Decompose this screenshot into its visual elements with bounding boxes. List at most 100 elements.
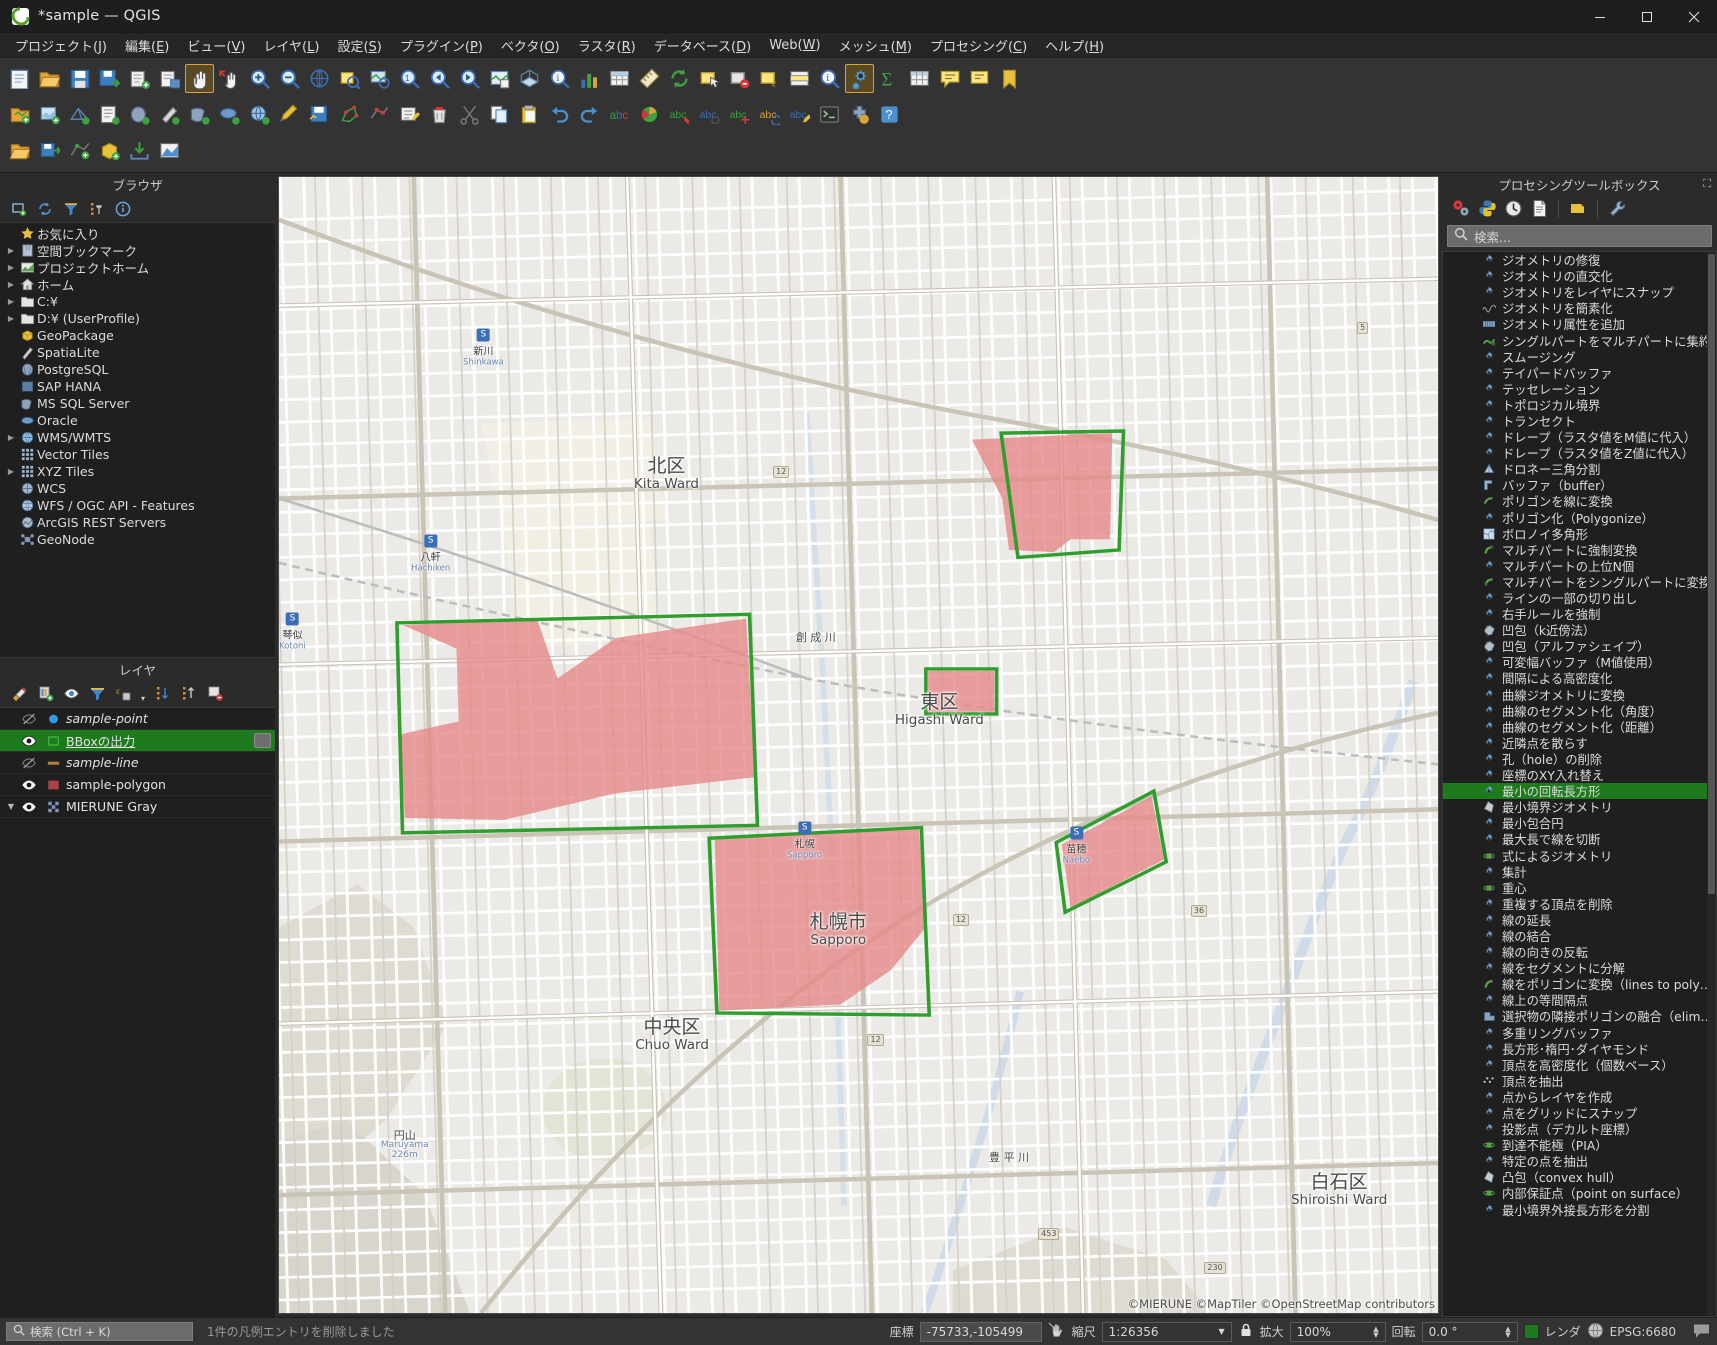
algorithm-item[interactable]: 凸包（convex hull）	[1443, 1169, 1716, 1185]
algorithm-item[interactable]: シングルパートをマルチパートに集約	[1443, 332, 1716, 349]
layer-diagrams-button[interactable]	[635, 100, 664, 129]
new-project-button[interactable]	[5, 64, 34, 93]
collapse-all-icon[interactable]	[178, 683, 200, 705]
map-tips-button[interactable]	[935, 64, 964, 93]
layer-expand-arrow-icon[interactable]: ▼	[4, 802, 18, 811]
expand-arrow-icon[interactable]: ▶	[4, 467, 18, 476]
algorithm-item[interactable]: ラインの一部の切り出し	[1443, 590, 1716, 606]
algorithm-item[interactable]: 頂点を抽出	[1443, 1073, 1716, 1089]
algorithm-scrollbar-thumb[interactable]	[1708, 254, 1715, 894]
python-script-icon[interactable]	[1476, 198, 1498, 220]
magnifier-spinbox[interactable]: 100% ▲ ▼	[1289, 1321, 1386, 1342]
measure-button[interactable]	[635, 64, 664, 93]
algorithm-item[interactable]: 間隔による高密度化	[1443, 670, 1716, 686]
new-3d-view-button[interactable]	[515, 64, 544, 93]
algorithm-item[interactable]: 最小の回転長方形	[1443, 783, 1716, 800]
algorithm-item[interactable]: 孔（hole）の削除	[1443, 751, 1716, 767]
algorithm-item[interactable]: 重複する頂点を削除	[1443, 896, 1716, 912]
python-console-button[interactable]	[815, 100, 844, 129]
new-geopackage-layer-button[interactable]	[95, 136, 124, 165]
algorithm-item[interactable]: トポロジカル境界	[1443, 397, 1716, 413]
render-status-swatch[interactable]	[1523, 1324, 1539, 1339]
undo-button[interactable]	[545, 100, 574, 129]
algorithm-item[interactable]: 近隣点を散らす	[1443, 735, 1716, 751]
menu-item-6[interactable]: ベクタ(O)	[492, 33, 569, 58]
new-map-view-button[interactable]	[485, 64, 514, 93]
expand-all-icon[interactable]	[152, 683, 174, 705]
log-icon[interactable]	[1528, 198, 1550, 220]
zoom-native-button[interactable]: 1	[395, 64, 424, 93]
expand-arrow-icon[interactable]: ▶	[4, 314, 18, 323]
algorithm-item[interactable]: 集計	[1443, 864, 1716, 880]
save-project-as-button[interactable]	[95, 64, 124, 93]
close-button[interactable]	[1670, 0, 1717, 33]
algorithm-scrollbar-track[interactable]	[1707, 252, 1716, 1316]
browser-item-14[interactable]: ▶ XYZ Tiles	[0, 463, 275, 480]
layer-row[interactable]: sample-line	[0, 752, 275, 774]
browser-item-11[interactable]: Oracle	[0, 412, 275, 429]
add-mesh-layer-button[interactable]	[65, 100, 94, 129]
filter-legend-dropdown-icon[interactable]: ▾	[138, 679, 148, 708]
menu-item-12[interactable]: ヘルプ(H)	[1036, 33, 1113, 58]
browser-item-1[interactable]: ▶ 空間ブックマーク	[0, 242, 275, 259]
scale-combobox[interactable]: 1:26356 ▼	[1101, 1321, 1232, 1342]
statusbar-search-input[interactable]: 検索 (Ctrl + K)	[6, 1322, 193, 1341]
algorithm-item[interactable]: 座標のXY入れ替え	[1443, 767, 1716, 783]
menu-item-3[interactable]: レイヤ(L)	[254, 33, 328, 58]
identify-tool-button[interactable]: i	[815, 64, 844, 93]
menu-item-8[interactable]: データベース(D)	[645, 33, 761, 58]
cut-features-button[interactable]	[455, 100, 484, 129]
plugin-manager-button[interactable]	[845, 100, 874, 129]
algorithm-item[interactable]: 長方形･楕円･ダイヤモンド	[1443, 1041, 1716, 1057]
filter-legend-expression-icon[interactable]: ε	[112, 683, 134, 705]
algorithm-item[interactable]: ドレープ（ラスタ値をM値に代入）	[1443, 429, 1716, 445]
algorithm-item[interactable]: トランセクト	[1443, 413, 1716, 429]
add-delimited-text-layer-button[interactable]	[95, 100, 124, 129]
algorithm-item[interactable]: 最大長で線を切断	[1443, 831, 1716, 847]
zoom-full-button[interactable]	[305, 64, 334, 93]
browser-item-17[interactable]: ArcGIS REST Servers	[0, 514, 275, 531]
pan-to-selection-button[interactable]	[215, 64, 244, 93]
algorithm-item[interactable]: 頂点を高密度化（個数ベース）	[1443, 1057, 1716, 1073]
layer-row[interactable]: sample-point	[0, 708, 275, 730]
map-canvas[interactable]: 北区 Kita Ward 東区 Higashi Ward 札幌市 Sapporo 中央区 Ch…	[278, 176, 1439, 1314]
toggle-processing-toolbox-button[interactable]	[845, 63, 874, 93]
menu-item-2[interactable]: ビュー(V)	[178, 33, 254, 58]
algorithm-item[interactable]: 重心	[1443, 880, 1716, 896]
expand-arrow-icon[interactable]: ▶	[4, 297, 18, 306]
spinner-arrows-icon[interactable]: ▲ ▼	[1373, 1325, 1378, 1338]
lock-scale-icon[interactable]	[1238, 1322, 1254, 1341]
rotate-label-button[interactable]: abc	[755, 100, 784, 129]
layer-row[interactable]: ▼ MIERUNE Gray	[0, 796, 275, 818]
pan-map-button[interactable]	[185, 63, 214, 93]
algorithm-item[interactable]: 点からレイヤを作成	[1443, 1089, 1716, 1105]
refresh-icon[interactable]	[34, 198, 56, 220]
algorithm-item[interactable]: ジオメトリの修復	[1443, 252, 1716, 268]
menu-item-1[interactable]: 編集(E)	[116, 33, 178, 58]
toggle-editing-button[interactable]	[275, 100, 304, 129]
rotation-spinbox[interactable]: 0.0 ° ▲ ▼	[1421, 1321, 1518, 1342]
browser-item-13[interactable]: Vector Tiles	[0, 446, 275, 463]
open-project-button[interactable]	[35, 64, 64, 93]
algorithm-item[interactable]: 線の向きの反転	[1443, 944, 1716, 960]
menu-item-11[interactable]: プロセシング(C)	[921, 33, 1036, 58]
algorithm-item[interactable]: 線上の等間隔点	[1443, 992, 1716, 1008]
algorithm-item[interactable]: 到達不能極（PIA）	[1443, 1137, 1716, 1153]
algorithm-item[interactable]: ジオメトリをレイヤにスナップ	[1443, 284, 1716, 300]
open-layer-styling-icon[interactable]	[8, 683, 30, 705]
help-contents-button[interactable]: ?	[875, 100, 904, 129]
algorithm-item[interactable]: 点をグリッドにスナップ	[1443, 1105, 1716, 1121]
layer-hidden-checkbox[interactable]	[18, 756, 40, 770]
algorithm-item[interactable]: 最小境界外接長方形を分割	[1443, 1202, 1716, 1218]
pin-labels-button[interactable]: abc	[665, 100, 694, 129]
zoom-to-selection-button[interactable]	[335, 64, 364, 93]
menu-item-0[interactable]: プロジェクト(J)	[6, 33, 116, 58]
annotations-button[interactable]	[965, 64, 994, 93]
algorithm-item[interactable]: 最小包合円	[1443, 815, 1716, 831]
redo-button[interactable]	[575, 100, 604, 129]
algorithm-item[interactable]: 線の延長	[1443, 912, 1716, 928]
save-project-button[interactable]	[65, 64, 94, 93]
maximize-button[interactable]	[1623, 0, 1670, 33]
algorithm-item[interactable]: ドレープ（ラスタ値をZ値に代入）	[1443, 445, 1716, 461]
algorithm-item[interactable]: 特定の点を抽出	[1443, 1153, 1716, 1169]
